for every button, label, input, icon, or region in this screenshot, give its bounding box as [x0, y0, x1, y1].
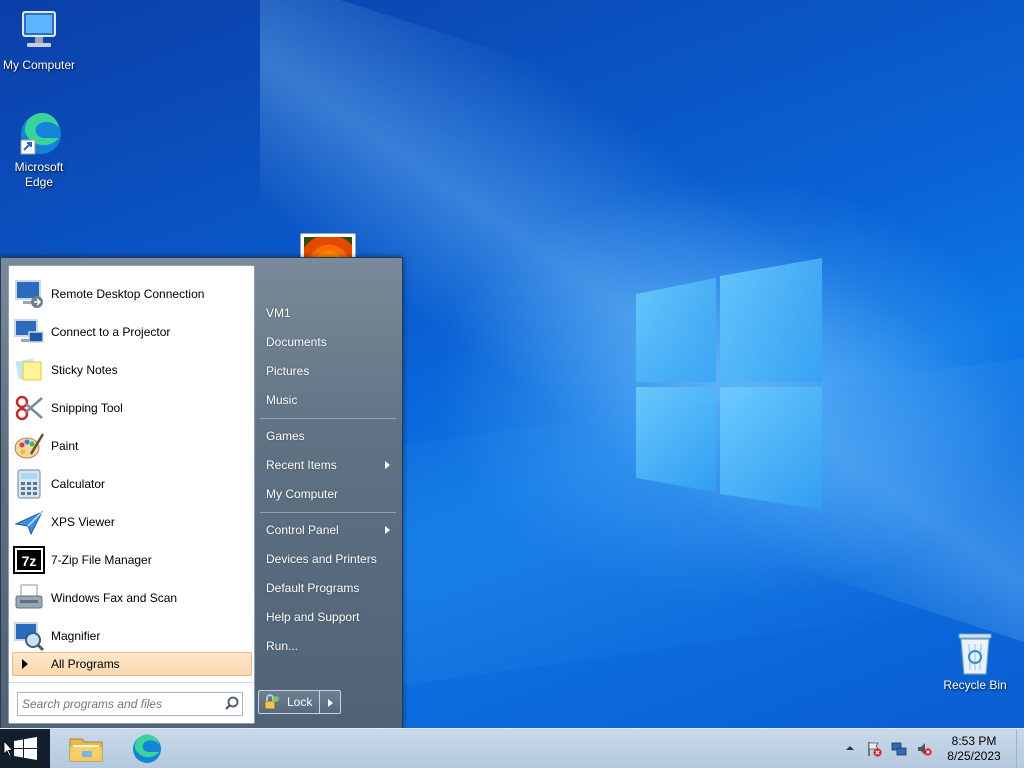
program-label: XPS Viewer [51, 515, 115, 529]
start-right-run[interactable]: Run... [258, 633, 396, 659]
desktop-icon-label: My Computer [2, 58, 76, 72]
submenu-arrow-icon [385, 461, 390, 469]
action-center-flag-icon[interactable] [866, 741, 882, 757]
windows-logo-wallpaper [636, 258, 822, 510]
xps-icon [13, 506, 45, 538]
program-sticky-notes[interactable]: Sticky Notes [13, 352, 251, 388]
all-programs-button[interactable]: All Programs [12, 652, 252, 676]
start-right-music[interactable]: Music [258, 387, 396, 413]
recycle-bin-icon [955, 630, 995, 676]
program-label: Windows Fax and Scan [51, 591, 178, 605]
right-pane-divider [260, 512, 396, 513]
program-calculator[interactable]: Calculator [13, 466, 251, 502]
show-hidden-icons-chevron[interactable] [844, 742, 856, 754]
windows-start-icon [3, 737, 37, 760]
right-item-label: Control Panel [266, 523, 339, 537]
scissors-icon [13, 392, 45, 424]
paint-palette-icon [13, 430, 45, 462]
taskbar: 8:53 PM 8/25/2023 [0, 728, 1024, 768]
program-label: Connect to a Projector [51, 325, 171, 339]
edge-icon [133, 734, 161, 763]
lock-label: Lock [287, 695, 313, 709]
search-programs-input[interactable] [18, 694, 222, 714]
start-right-pictures[interactable]: Pictures [258, 358, 396, 384]
program-label: Paint [51, 439, 79, 453]
right-item-label: Devices and Printers [266, 552, 377, 566]
lock-button[interactable]: Lock [258, 690, 320, 714]
start-menu-programs-pane: Remote Desktop Connection Connect to a P… [8, 265, 255, 724]
search-box [17, 692, 243, 716]
start-right-documents[interactable]: Documents [258, 329, 396, 355]
right-item-label: VM1 [266, 306, 291, 320]
volume-muted-icon[interactable] [916, 741, 932, 757]
show-desktop-button[interactable] [1016, 729, 1024, 768]
program-label: Magnifier [51, 629, 101, 643]
program-7-zip-file-manager[interactable]: 7z 7-Zip File Manager [13, 542, 251, 578]
triangle-right-icon [328, 699, 333, 707]
program-label: 7-Zip File Manager [51, 553, 152, 567]
start-button[interactable] [0, 729, 50, 768]
right-item-label: Help and Support [266, 610, 360, 624]
program-paint[interactable]: Paint [13, 428, 251, 464]
taskbar-file-explorer[interactable] [56, 731, 116, 767]
search-icon[interactable] [222, 694, 242, 714]
taskbar-clock[interactable]: 8:53 PM 8/25/2023 [936, 734, 1012, 764]
magnifier-icon [13, 620, 45, 652]
desktop-icon-my-computer[interactable]: My Computer [1, 8, 77, 73]
right-item-label: Default Programs [266, 581, 360, 595]
start-right-vm1[interactable]: VM1 [258, 300, 396, 326]
folder-icon [69, 738, 103, 762]
right-item-label: My Computer [266, 487, 339, 501]
edge-icon [15, 110, 63, 158]
program-connect-to-a-projector[interactable]: Connect to a Projector [13, 314, 251, 350]
projector-icon [13, 316, 45, 348]
right-item-label: Music [266, 393, 298, 407]
7zip-icon: 7z [13, 544, 45, 576]
clock-date: 8/25/2023 [947, 749, 1001, 763]
program-magnifier[interactable]: Magnifier [13, 618, 251, 654]
right-item-label: Recent Items [266, 458, 337, 472]
svg-text:7z: 7z [22, 553, 37, 569]
right-item-label: Games [266, 429, 305, 443]
start-right-recent-items[interactable]: Recent Items [258, 452, 396, 478]
start-right-games[interactable]: Games [258, 423, 396, 449]
remote-desktop-icon [13, 278, 45, 310]
right-pane-divider [260, 418, 396, 419]
desktop-icon-recycle-bin[interactable]: Recycle Bin [937, 630, 1013, 693]
start-right-devices-and-printers[interactable]: Devices and Printers [258, 546, 396, 572]
fax-icon [13, 582, 45, 614]
taskbar-microsoft-edge[interactable] [117, 731, 177, 767]
desktop-icon-microsoft-edge[interactable]: Microsoft Edge [1, 110, 77, 190]
lock-icon [263, 693, 281, 711]
sticky-notes-icon [13, 354, 45, 386]
computer-icon [15, 8, 63, 56]
all-programs-label: All Programs [51, 657, 120, 671]
program-label: Calculator [51, 477, 106, 491]
program-windows-fax-and-scan[interactable]: Windows Fax and Scan [13, 580, 251, 616]
program-label: Snipping Tool [51, 401, 123, 415]
program-snipping-tool[interactable]: Snipping Tool [13, 390, 251, 426]
desktop-icon-label: Recycle Bin [943, 678, 1007, 692]
start-right-help-and-support[interactable]: Help and Support [258, 604, 396, 630]
desktop-icon-label: Microsoft Edge [14, 160, 64, 189]
start-right-default-programs[interactable]: Default Programs [258, 575, 396, 601]
calculator-icon [13, 468, 45, 500]
search-divider [9, 682, 254, 683]
program-label: Remote Desktop Connection [51, 287, 205, 301]
start-right-my-computer[interactable]: My Computer [258, 481, 396, 507]
program-remote-desktop-connection[interactable]: Remote Desktop Connection [13, 276, 251, 312]
start-right-control-panel[interactable]: Control Panel [258, 517, 396, 543]
right-item-label: Run... [266, 639, 299, 653]
program-label: Sticky Notes [51, 363, 118, 377]
shutdown-options-button[interactable] [320, 690, 341, 714]
network-icon[interactable] [891, 741, 907, 757]
triangle-right-icon [22, 659, 28, 669]
program-xps-viewer[interactable]: XPS Viewer [13, 504, 251, 540]
submenu-arrow-icon [385, 526, 390, 534]
clock-time: 8:53 PM [951, 734, 997, 748]
right-item-label: Documents [266, 335, 327, 349]
right-item-label: Pictures [266, 364, 310, 378]
